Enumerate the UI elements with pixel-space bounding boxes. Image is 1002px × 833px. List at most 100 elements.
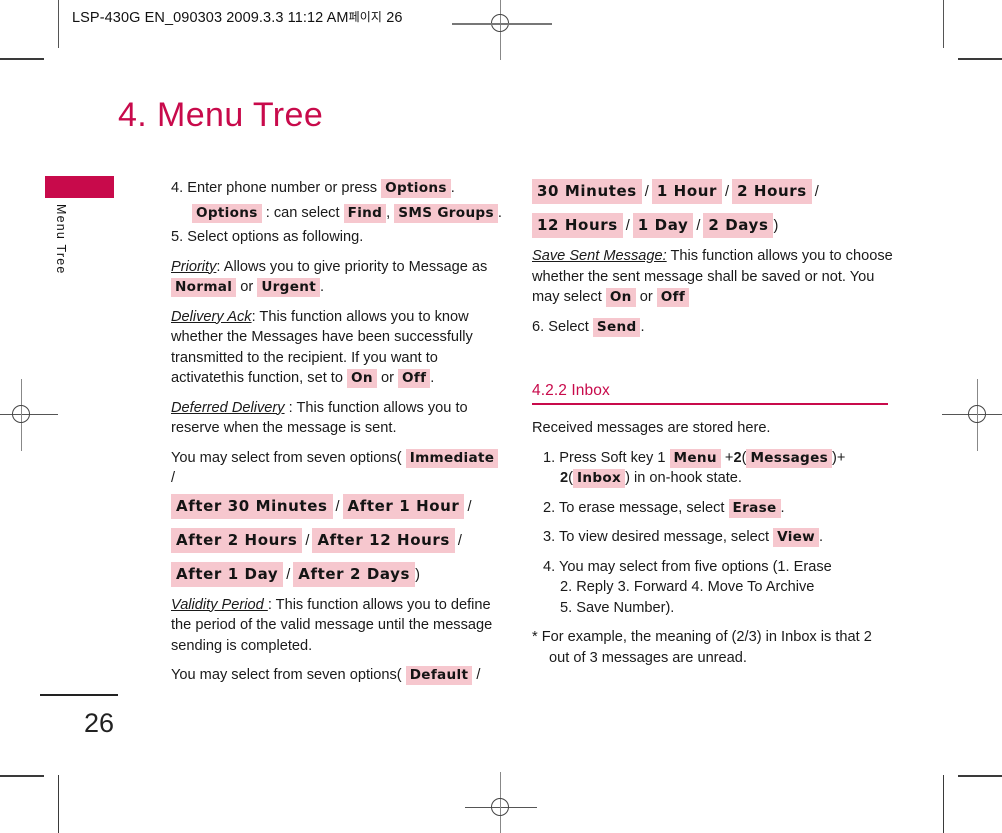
token-find: Find: [343, 203, 387, 223]
delivery-ack-label: Delivery Ack: [171, 308, 252, 325]
priority-or: or: [240, 279, 254, 295]
registration-mark-right: [942, 379, 1002, 451]
option-separator: /: [467, 498, 472, 515]
token-1-day: 1 Day: [632, 213, 694, 238]
step-5-paragraph: 5. Select options as following.: [171, 229, 364, 245]
step-4-prefix: 4. Enter phone number or press: [171, 180, 378, 196]
token-12-hours: 12 Hours: [532, 213, 623, 238]
token-after-12-hours: After 12 Hours: [312, 527, 455, 553]
delivery-ack-end: .: [430, 370, 435, 386]
validity-period-label: Validity Period: [171, 596, 268, 613]
inbox-footnote: * For example, the meaning of (2/3) in I…: [532, 629, 872, 666]
token-30-minutes: 30 Minutes: [532, 179, 642, 204]
options-detail-paragraph: Options : can select Find, SMS Groups.: [171, 203, 505, 224]
option-separator: /: [696, 218, 701, 234]
option-separator: /: [305, 532, 310, 549]
inbox-step-3-prefix: 3. To view desired message, select: [543, 529, 770, 545]
right-column-lower: Received messages are stored here. 1. Pr…: [532, 418, 894, 677]
token-send: Send: [592, 317, 641, 337]
token-erase: Erase: [728, 498, 781, 518]
inbox-step-1-tail: in on-hook state.: [634, 470, 742, 486]
options-end: .: [497, 204, 502, 221]
token-urgent: Urgent: [257, 278, 320, 297]
token-2-days: 2 Days: [703, 213, 774, 238]
validity-options-row-2: 12 Hours/1 Day/2 Days): [532, 212, 894, 239]
option-separator: /: [457, 532, 462, 549]
section-heading-inbox: 4.2.2 Inbox: [532, 382, 888, 405]
step-6-suffix: .: [640, 318, 645, 335]
option-separator: /: [625, 218, 630, 234]
token-messages: Messages: [746, 448, 832, 468]
inbox-step-4-line-2: 2. Reply 3. Forward 4. Move To Archive: [560, 579, 815, 595]
priority-label: Priority: [171, 258, 217, 275]
deferred-options-intro: You may select from seven options( Immed…: [171, 448, 505, 489]
token-after-1-hour: After 1 Hour: [342, 493, 465, 519]
option-separator: /: [171, 470, 176, 486]
scan-header-file: LSP-430G EN_090303 2009.3.3 11:12 AM: [72, 10, 349, 26]
priority-text: : Allows you to give priority to Message…: [216, 258, 488, 275]
inbox-step-1-prefix: 1. Press Soft key 1: [543, 449, 666, 466]
scan-header: LSP-430G EN_090303 2009.3.3 11:12 AM페이지 …: [0, 0, 1002, 48]
registration-mark-bottom: [465, 772, 537, 833]
deferred-options-row-3: After 1 Day / After 2 Days): [171, 561, 505, 588]
priority-end: .: [320, 279, 325, 295]
token-view: View: [773, 528, 820, 547]
deferred-intro-text: You may select from seven options(: [171, 449, 402, 466]
page-number-rule: [40, 694, 118, 696]
token-on: On: [347, 369, 377, 388]
validity-options-row-1: 30 Minutes/1 Hour/2 Hours /: [532, 178, 894, 205]
crop-mark-right-v: [943, 775, 945, 833]
inbox-step-2-suffix: .: [780, 499, 785, 516]
option-separator: /: [814, 184, 819, 200]
plus-sign-2: +: [836, 449, 846, 466]
paren-close-b: ): [625, 470, 630, 486]
priority-paragraph: Priority: Allows you to give priority to…: [171, 257, 505, 298]
inbox-step-4-line-1: 4. You may select from five options (1. …: [543, 558, 832, 575]
section-heading-text: 4.2.2 Inbox: [532, 382, 610, 399]
inbox-step-1: 1. Press Soft key 1 Menu +2(Messages)+ 2(…: [532, 448, 894, 489]
crop-mark-top-left-h: [0, 58, 44, 60]
option-separator: /: [286, 566, 291, 583]
crop-mark-left-v: [58, 775, 60, 833]
token-immediate: Immediate: [405, 448, 499, 468]
option-separator: /: [725, 184, 730, 200]
inbox-step-2: 2. To erase message, select Erase.: [532, 498, 894, 519]
options-comma: ,: [386, 204, 391, 221]
token-sms-groups: SMS Groups: [394, 203, 498, 223]
inbox-step-2-prefix: 2. To erase message, select: [543, 499, 725, 516]
crop-mark-bottom-left-h: [0, 775, 44, 777]
validity-period-paragraph: Validity Period : This function allows y…: [171, 595, 505, 657]
token-normal: Normal: [171, 278, 237, 297]
deferred-delivery-paragraph: Deferred Delivery : This function allows…: [171, 398, 505, 439]
right-column-upper: 30 Minutes/1 Hour/2 Hours/ 12 Hours/1 Da…: [532, 178, 894, 346]
token-default: Default: [405, 666, 473, 685]
option-separator: /: [476, 667, 481, 683]
step-6-prefix: 6. Select: [532, 318, 589, 335]
delivery-ack-paragraph: Delivery Ack: This function allows you t…: [171, 307, 505, 389]
scan-header-pagenum: 26: [386, 10, 403, 26]
registration-mark-left: [0, 379, 58, 451]
header-rule-right: [943, 0, 944, 48]
token-options: Options: [381, 179, 451, 198]
header-rule-left: [58, 0, 59, 48]
deferred-paren-close: ): [415, 566, 420, 583]
option-separator: /: [335, 498, 340, 515]
scan-header-korean: 페이지: [348, 10, 383, 24]
inbox-step-3-suffix: .: [819, 529, 824, 545]
token-off-save: Off: [656, 288, 690, 307]
save-sent-or: or: [639, 289, 653, 305]
keynum-2-b: 2: [560, 470, 569, 486]
deferred-options-row-2: After 2 Hours / After 12 Hours /: [171, 527, 505, 554]
inbox-intro: Received messages are stored here.: [532, 420, 771, 436]
keynum-2-a: 2: [733, 449, 742, 466]
step-4-paragraph: 4. Enter phone number or press Options.: [171, 178, 505, 199]
delivery-ack-or: or: [380, 370, 394, 386]
token-inbox: Inbox: [573, 469, 626, 488]
side-tab-label: Menu Tree: [54, 204, 68, 275]
option-separator: /: [644, 184, 649, 200]
token-after-2-hours: After 2 Hours: [171, 527, 303, 553]
token-menu: Menu: [669, 448, 721, 468]
token-on-save: On: [605, 288, 636, 307]
token-after-1-day: After 1 Day: [171, 561, 284, 587]
left-column: 4. Enter phone number or press Options. …: [171, 178, 505, 695]
